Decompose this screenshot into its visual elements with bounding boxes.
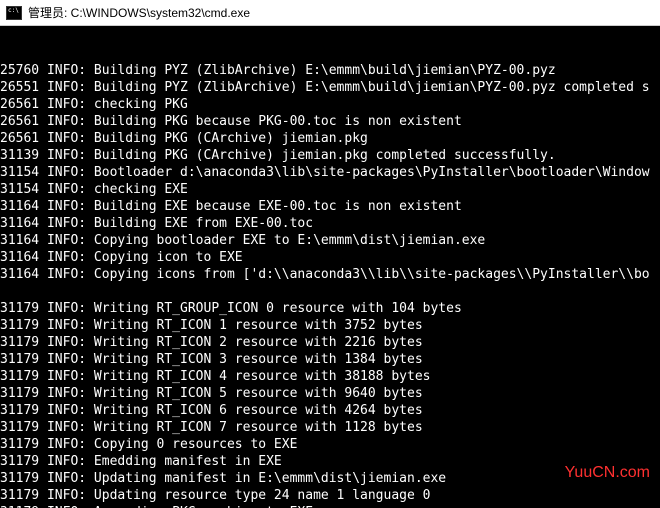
output-line: 31179 INFO: Writing RT_ICON 6 resource w… <box>0 402 660 419</box>
output-line: 31164 INFO: Copying icon to EXE <box>0 249 660 266</box>
output-line: 31179 INFO: Appending PKG archive to EXE <box>0 504 660 508</box>
output-line: 26561 INFO: Building PKG because PKG-00.… <box>0 113 660 130</box>
output-line: 31179 INFO: Copying 0 resources to EXE <box>0 436 660 453</box>
output-line: 31179 INFO: Writing RT_ICON 2 resource w… <box>0 334 660 351</box>
output-line: 31179 INFO: Updating resource type 24 na… <box>0 487 660 504</box>
output-line: 25760 INFO: Building PYZ (ZlibArchive) E… <box>0 62 660 79</box>
output-line: 31154 INFO: Bootloader d:\anaconda3\lib\… <box>0 164 660 181</box>
title-bar[interactable]: 管理员: C:\WINDOWS\system32\cmd.exe <box>0 0 660 26</box>
output-line: 31164 INFO: Copying bootloader EXE to E:… <box>0 232 660 249</box>
output-line: 31139 INFO: Building PKG (CArchive) jiem… <box>0 147 660 164</box>
output-line: 31179 INFO: Updating manifest in E:\emmm… <box>0 470 660 487</box>
output-line: 31164 INFO: Copying icons from ['d:\\ana… <box>0 266 660 283</box>
output-line: 26561 INFO: checking PKG <box>0 96 660 113</box>
output-line: 31179 INFO: Writing RT_ICON 7 resource w… <box>0 419 660 436</box>
output-line: 31179 INFO: Emedding manifest in EXE <box>0 453 660 470</box>
cmd-icon <box>6 6 22 20</box>
output-line: 31179 INFO: Writing RT_ICON 4 resource w… <box>0 368 660 385</box>
output-line: 31164 INFO: Building EXE because EXE-00.… <box>0 198 660 215</box>
output-line <box>0 283 660 300</box>
terminal-output[interactable]: 25760 INFO: Building PYZ (ZlibArchive) E… <box>0 26 660 508</box>
output-lines: 25760 INFO: Building PYZ (ZlibArchive) E… <box>0 62 660 508</box>
window-title: 管理员: C:\WINDOWS\system32\cmd.exe <box>28 4 250 21</box>
output-line: 31179 INFO: Writing RT_ICON 1 resource w… <box>0 317 660 334</box>
output-line: 31179 INFO: Writing RT_ICON 3 resource w… <box>0 351 660 368</box>
output-line: 26551 INFO: Building PYZ (ZlibArchive) E… <box>0 79 660 96</box>
output-line: 31154 INFO: checking EXE <box>0 181 660 198</box>
output-line: 31179 INFO: Writing RT_GROUP_ICON 0 reso… <box>0 300 660 317</box>
output-line: 31164 INFO: Building EXE from EXE-00.toc <box>0 215 660 232</box>
output-line: 26561 INFO: Building PKG (CArchive) jiem… <box>0 130 660 147</box>
output-line: 31179 INFO: Writing RT_ICON 5 resource w… <box>0 385 660 402</box>
